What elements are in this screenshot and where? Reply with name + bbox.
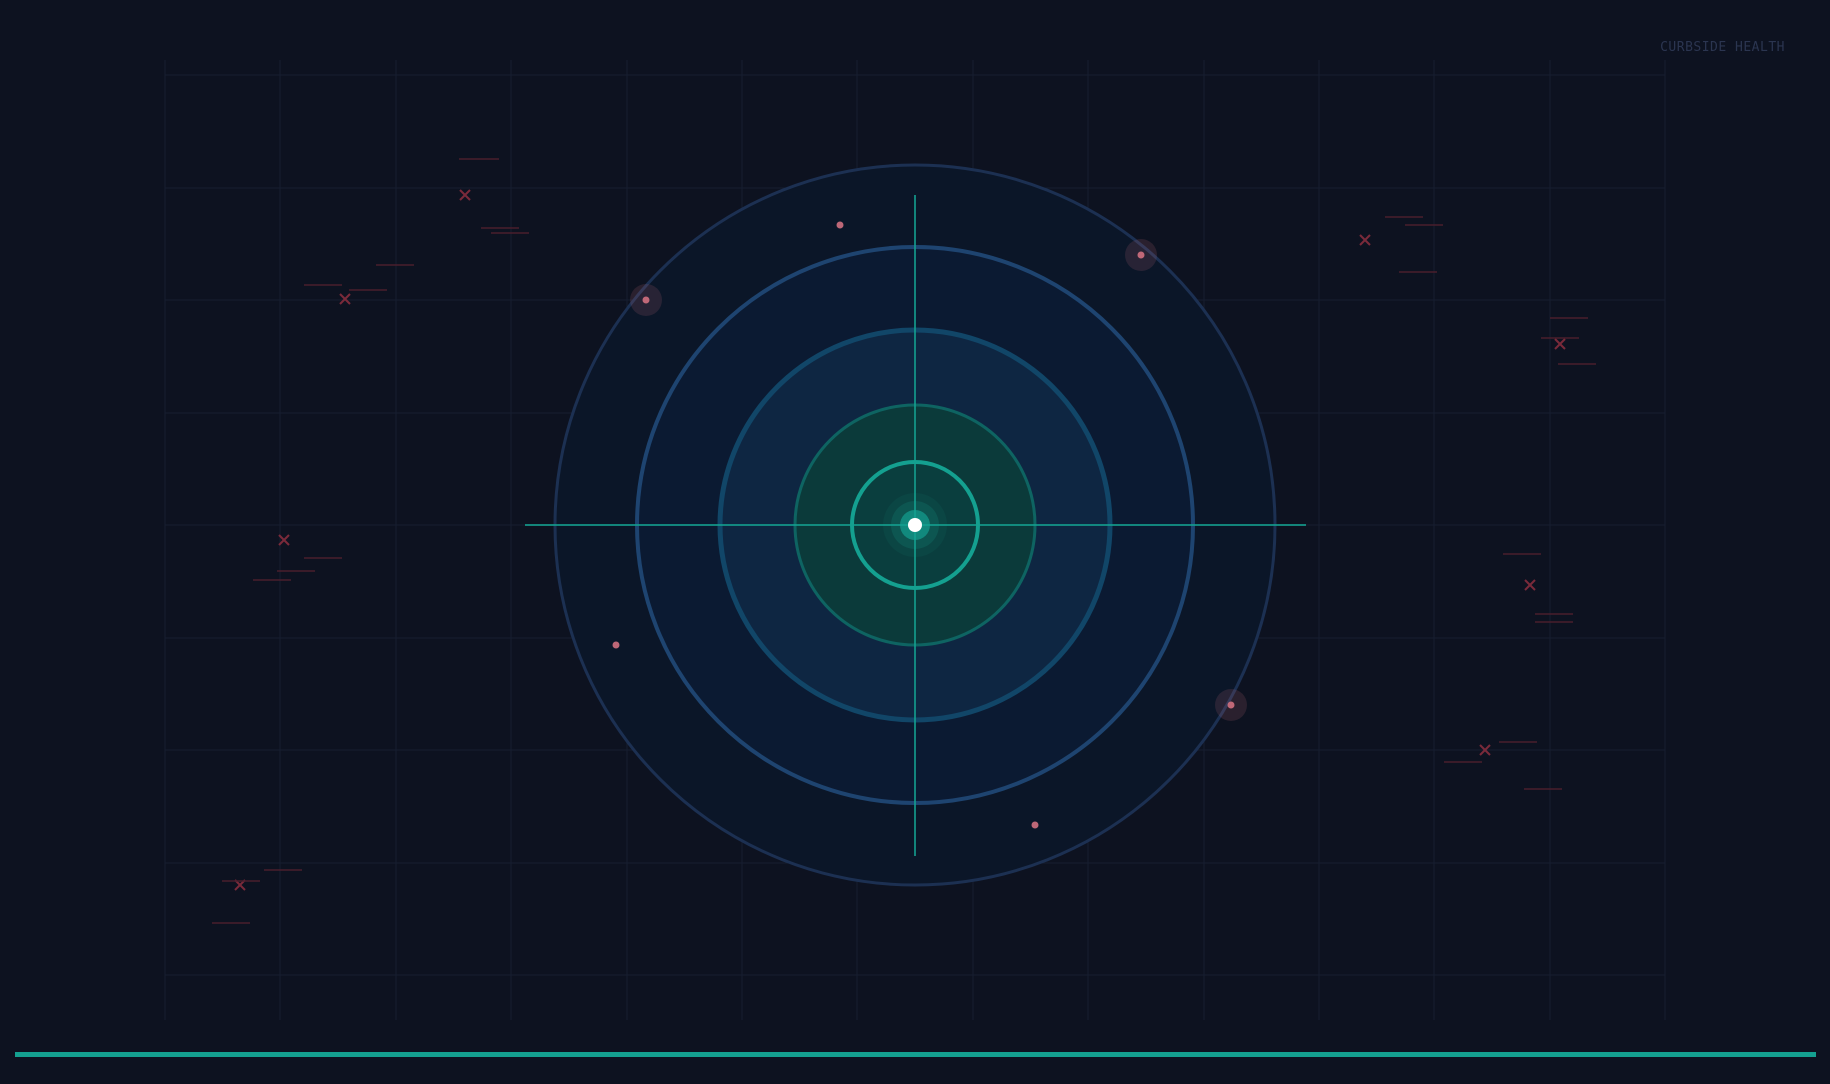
risk-dot-point [1031, 821, 1039, 829]
target-visualization [164, 60, 1666, 1020]
progress-bar [15, 1052, 1816, 1057]
risk-dot [836, 221, 844, 229]
risk-dot-point [1227, 701, 1235, 709]
risk-dot [612, 641, 620, 649]
cross-marker [339, 293, 351, 305]
risk-dot-point [836, 221, 844, 229]
center-point [908, 518, 922, 532]
risk-dot [1215, 689, 1247, 721]
visualization-canvas: CURBSIDE HEALTH [0, 0, 1830, 1080]
cross-marker [1524, 579, 1536, 591]
target-rings [525, 163, 1306, 887]
cross-marker [459, 189, 471, 201]
cross-marker [1359, 234, 1371, 246]
risk-dot [1031, 821, 1039, 829]
cross-marker [1554, 338, 1566, 350]
risk-dot-point [642, 296, 650, 304]
risk-dot [1125, 239, 1157, 271]
risk-dot-point [1137, 251, 1145, 259]
risk-dot-point [612, 641, 620, 649]
risk-dot [630, 284, 662, 316]
brand-label: CURBSIDE HEALTH [1660, 40, 1785, 55]
